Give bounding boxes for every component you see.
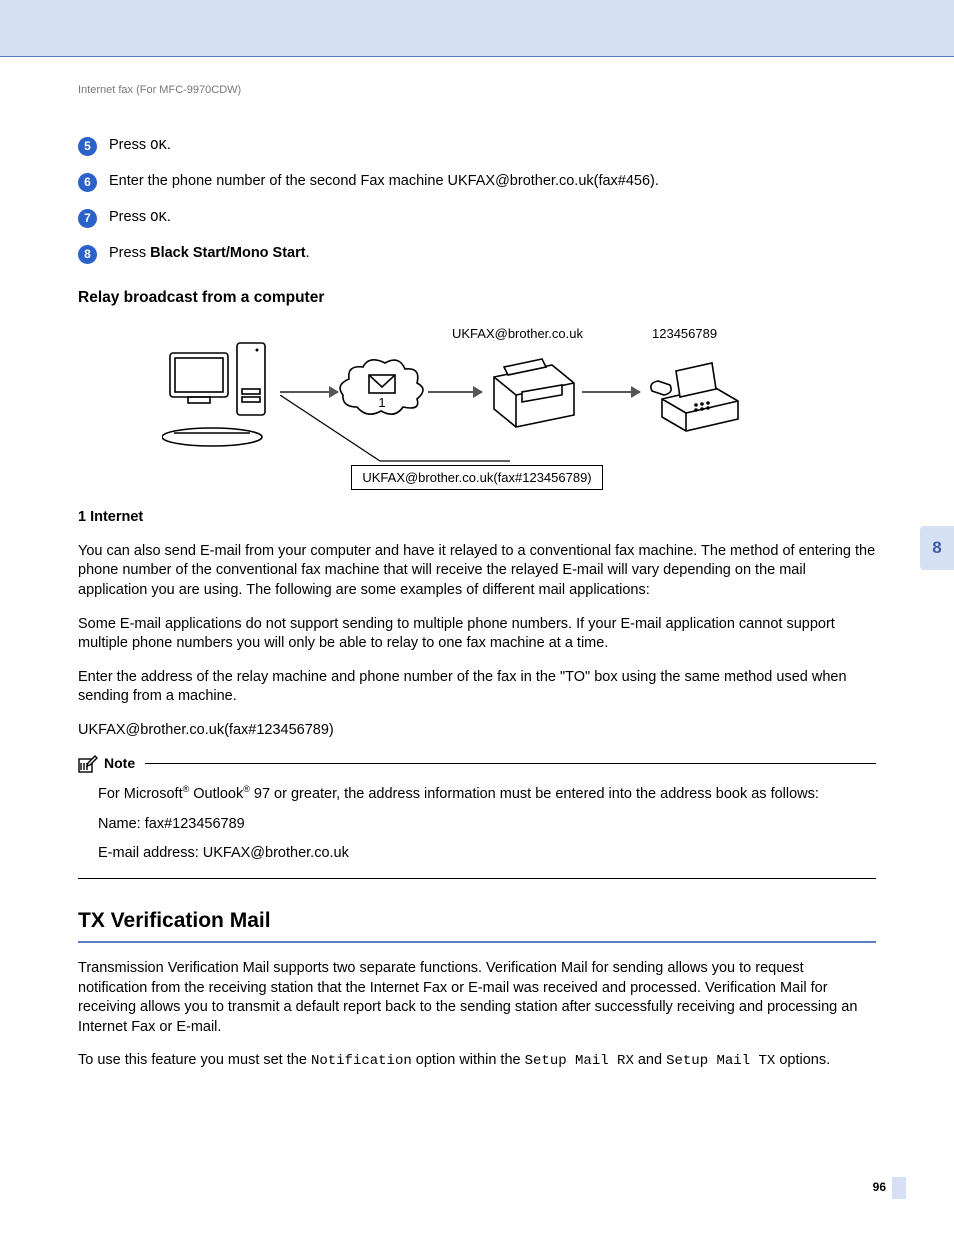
note-pencil-icon <box>78 755 98 773</box>
header-banner <box>0 0 954 56</box>
heading-relay: Relay broadcast from a computer <box>78 288 876 309</box>
note-box: Note For Microsoft® Outlook® 97 or great… <box>78 754 876 878</box>
step-text: Press OK. <box>109 136 876 156</box>
para: Some E-mail applications do not support … <box>78 615 876 654</box>
para: Enter the address of the relay machine a… <box>78 668 876 707</box>
page-content: Internet fax (For MFC-9970CDW) 5 Press O… <box>0 57 954 1071</box>
step-badge: 8 <box>78 245 97 264</box>
step-7: 7 Press OK. <box>78 208 876 228</box>
para: You can also send E-mail from your compu… <box>78 542 876 601</box>
step-text: Press Black Start/Mono Start. <box>109 244 876 264</box>
tx-para-2: To use this feature you must set the Not… <box>78 1051 876 1071</box>
step-badge: 6 <box>78 173 97 192</box>
step-5: 5 Press OK. <box>78 136 876 156</box>
para-address-example: UKFAX@brother.co.uk(fax#123456789) <box>78 721 876 741</box>
diagram-label-number: 123456789 <box>652 325 717 343</box>
note-body: For Microsoft® Outlook® 97 or greater, t… <box>78 783 876 879</box>
step-8: 8 Press Black Start/Mono Start. <box>78 244 876 264</box>
diagram-label-ukfax: UKFAX@brother.co.uk <box>452 325 583 343</box>
fax-machine-icon <box>644 355 744 442</box>
step-text: Enter the phone number of the second Fax… <box>109 172 876 192</box>
page-num-strip <box>892 1177 906 1199</box>
step-text: Press OK. <box>109 208 876 228</box>
arrow-icon <box>582 391 640 393</box>
heading-rule <box>78 941 876 943</box>
step-badge: 5 <box>78 137 97 156</box>
legend-internet: 1 Internet <box>78 508 876 528</box>
tx-para-1: Transmission Verification Mail supports … <box>78 959 876 1037</box>
note-rule <box>145 763 876 764</box>
chapter-side-tab: 8 <box>920 526 954 570</box>
callout-connector <box>280 395 510 470</box>
step-6: 6 Enter the phone number of the second F… <box>78 172 876 192</box>
note-title: Note <box>104 754 135 773</box>
step-badge: 7 <box>78 209 97 228</box>
page-number: 96 <box>873 1179 886 1195</box>
arrow-icon <box>280 391 338 393</box>
running-header: Internet fax (For MFC-9970CDW) <box>78 83 876 98</box>
heading-tx-verification: TX Verification Mail <box>78 907 876 935</box>
relay-diagram: UKFAX@brother.co.uk 123456789 <box>162 325 792 491</box>
arrow-icon <box>428 391 482 393</box>
computer-icon <box>162 341 282 458</box>
